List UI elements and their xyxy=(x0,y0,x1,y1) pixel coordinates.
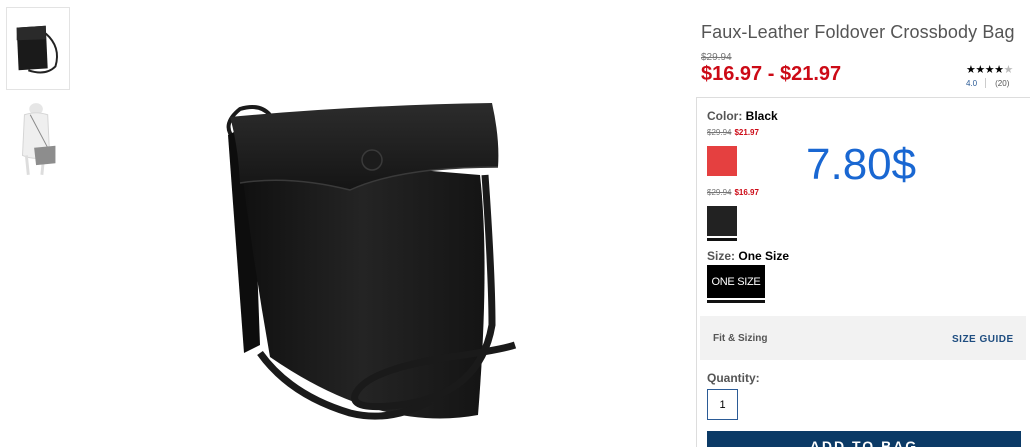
color-label: Color: Black xyxy=(707,109,778,123)
selected-color: Black xyxy=(745,109,778,123)
swatch-price-black: $29.94 $16.97 xyxy=(707,188,759,197)
quantity-input[interactable]: 1 xyxy=(707,389,738,420)
swatch-price-red: $29.94 $21.97 xyxy=(707,128,759,137)
original-price: $29.94 xyxy=(701,52,732,63)
rating-stars: ★★★★★ xyxy=(966,63,1024,76)
size-label: Size: One Size xyxy=(707,249,790,263)
product-rating[interactable]: ★★★★★ 4.0 (20) xyxy=(966,63,1024,88)
star-filled-icons: ★★★★ xyxy=(966,64,1004,76)
fit-sizing-label: Fit & Sizing xyxy=(713,333,768,344)
selected-size-indicator xyxy=(707,300,765,303)
sale-price-range: $16.97 - $21.97 xyxy=(701,63,842,85)
color-swatch-red[interactable] xyxy=(707,146,737,176)
model-thumbnail-image xyxy=(22,103,56,175)
size-guide-link[interactable]: SIZE GUIDE xyxy=(952,334,1014,345)
quantity-label: Quantity: xyxy=(707,371,760,385)
color-swatch-black[interactable] xyxy=(707,206,737,236)
star-empty-icon: ★ xyxy=(1003,64,1013,76)
rating-divider xyxy=(985,78,987,88)
product-title: Faux-Leather Foldover Crossbody Bag xyxy=(701,22,1015,42)
overlay-price: 7.80$ xyxy=(806,140,917,189)
bag-thumbnail-image xyxy=(16,25,58,74)
review-count[interactable]: (20) xyxy=(995,79,1009,88)
size-option-one-size[interactable]: ONE SIZE xyxy=(707,265,765,298)
rating-value: 4.0 xyxy=(966,78,978,88)
add-to-bag-button[interactable]: ADD TO BAG xyxy=(707,431,1021,447)
main-product-image xyxy=(200,95,580,430)
selected-size: One Size xyxy=(738,249,790,263)
thumbnail-bag-front[interactable] xyxy=(6,7,70,90)
thumbnail-bag-on-model[interactable] xyxy=(6,96,70,180)
selected-swatch-indicator xyxy=(707,238,737,241)
